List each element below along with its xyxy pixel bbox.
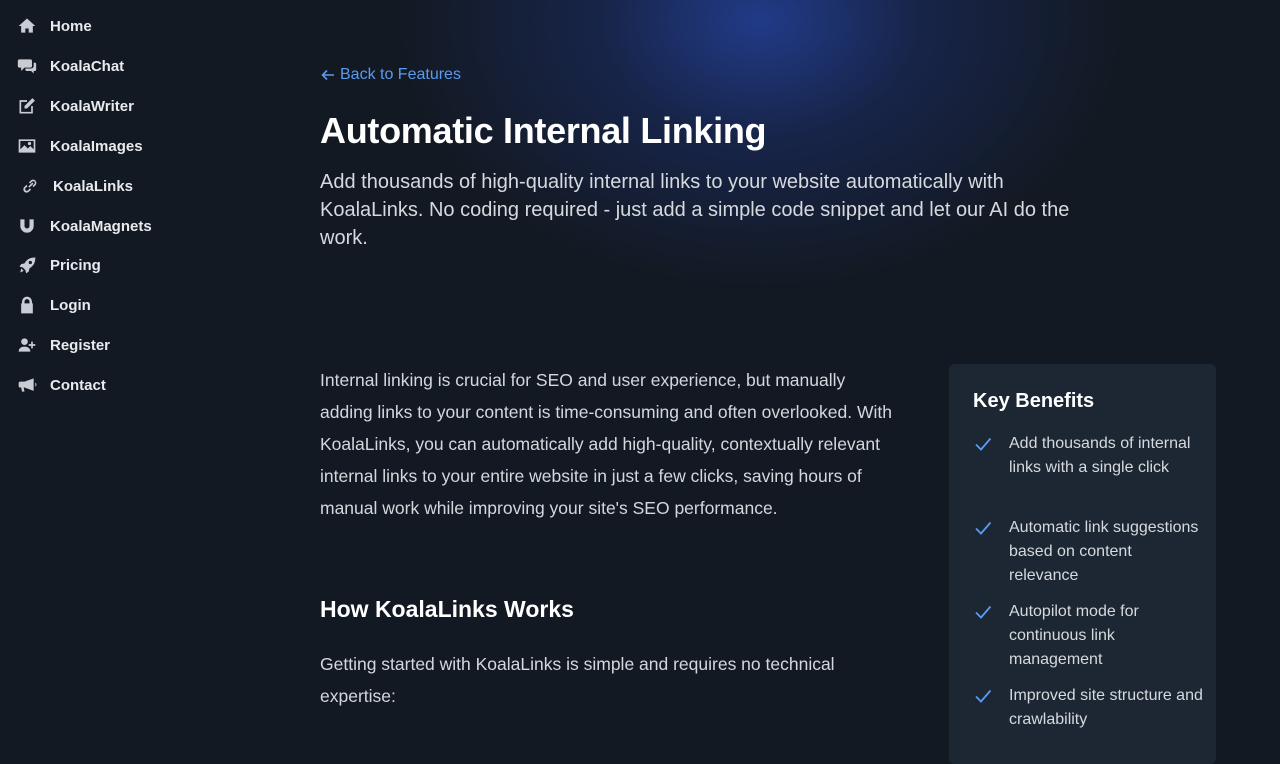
benefit-text: Automatic link suggestions based on cont… (1009, 519, 1199, 584)
benefit-text: Autopilot mode for continuous link manag… (1009, 603, 1139, 668)
key-benefits-card: Key Benefits Add thousands of internal l… (949, 364, 1216, 764)
sidebar-item-login[interactable]: Login (16, 293, 91, 317)
card-title: Key Benefits (973, 390, 1095, 412)
sidebar-item-register[interactable]: Register (16, 333, 110, 357)
sidebar-item-label: KoalaImages (50, 137, 143, 155)
sidebar-item-label: Home (50, 17, 92, 35)
sidebar-item-label: KoalaLinks (53, 177, 134, 195)
lock-icon (16, 294, 38, 316)
benefit-item: Autopilot mode for continuous link manag… (973, 600, 1203, 672)
page-subtitle: Add thousands of high-quality internal l… (320, 171, 1070, 249)
section-paragraph: Getting started with KoalaLinks is simpl… (320, 654, 835, 706)
sidebar-item-koalachat[interactable]: KoalaChat (16, 54, 124, 78)
sidebar: Home KoalaChat KoalaWriter KoalaImages K… (0, 0, 250, 720)
sidebar-item-koalaimages[interactable]: KoalaImages (16, 134, 143, 158)
chat-icon (16, 55, 38, 77)
sidebar-item-pricing[interactable]: Pricing (16, 253, 101, 277)
check-icon (973, 600, 1009, 672)
page-title: Automatic Internal Linking (320, 110, 767, 151)
intro-paragraph: Internal linking is crucial for SEO and … (320, 370, 892, 518)
benefit-item: Improved site structure and crawlability (973, 684, 1203, 732)
benefit-item: Add thousands of internal links with a s… (973, 432, 1203, 480)
back-to-features-link[interactable]: Back to Features (320, 66, 461, 84)
rocket-icon (16, 254, 38, 276)
image-icon (16, 135, 38, 157)
benefit-text: Add thousands of internal links with a s… (1009, 435, 1191, 476)
back-link-label: Back to Features (340, 66, 461, 83)
section-heading: How KoalaLinks Works (320, 596, 574, 622)
sidebar-item-contact[interactable]: Contact (16, 373, 106, 397)
sidebar-item-label: Pricing (50, 256, 101, 274)
megaphone-icon (16, 374, 38, 396)
sidebar-item-label: Login (50, 296, 91, 314)
home-icon (16, 15, 38, 37)
sidebar-item-koalamagnets[interactable]: KoalaMagnets (16, 214, 152, 238)
link-icon (19, 175, 41, 197)
sidebar-item-label: KoalaWriter (50, 97, 134, 115)
magnet-icon (16, 215, 38, 237)
user-plus-icon (16, 334, 38, 356)
sidebar-item-label: Register (50, 336, 111, 354)
check-icon (973, 432, 1009, 480)
sidebar-item-koalalinks[interactable]: KoalaLinks (19, 174, 133, 198)
check-icon (973, 684, 1009, 732)
sidebar-item-label: KoalaMagnets (50, 217, 152, 235)
sidebar-item-koalawriter[interactable]: KoalaWriter (16, 94, 134, 118)
sidebar-item-home[interactable]: Home (16, 14, 92, 38)
pencil-icon (16, 95, 38, 117)
benefit-item: Automatic link suggestions based on cont… (973, 516, 1203, 588)
benefit-text: Improved site structure and crawlability (1009, 687, 1203, 728)
sidebar-item-label: KoalaChat (50, 57, 125, 75)
arrow-left-icon (320, 67, 336, 83)
check-icon (973, 516, 1009, 588)
sidebar-item-label: Contact (50, 376, 106, 394)
